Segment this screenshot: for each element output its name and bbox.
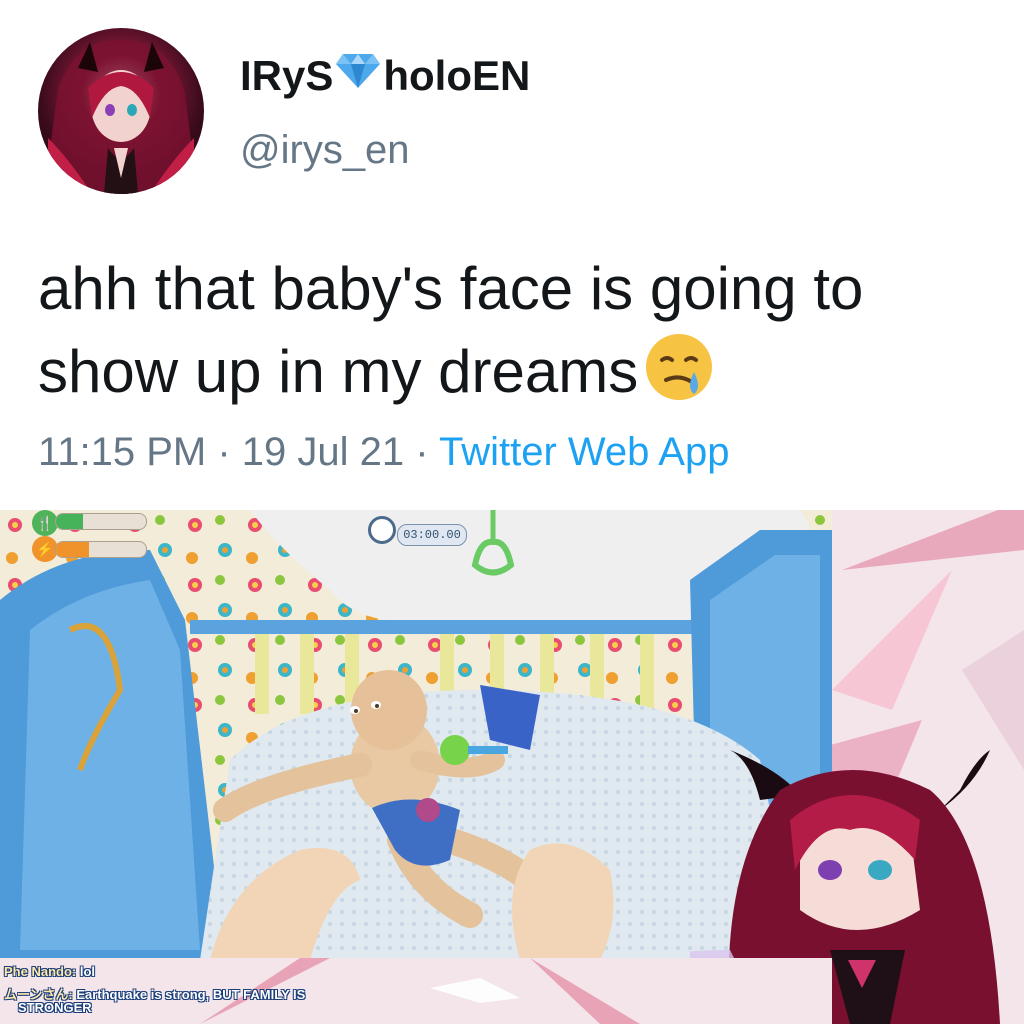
hunger-bar-fill bbox=[56, 514, 83, 529]
crying-face-emoji-icon bbox=[642, 330, 716, 425]
tweet-date[interactable]: 19 Jul 21 bbox=[242, 430, 404, 474]
chat-text: lol bbox=[79, 964, 96, 979]
chat-text: Earthquake is strong, BUT FAMILY IS bbox=[76, 987, 306, 1002]
tweet-meta: 11:15 PM · 19 Jul 21 · Twitter Web App bbox=[38, 430, 729, 475]
hunger-bar bbox=[55, 513, 147, 530]
energy-bar-fill bbox=[56, 542, 90, 557]
chat-overlay: Phe Nando: lol ムーンさん: Earthquake is stro… bbox=[0, 958, 832, 1024]
game-timer: 03:00.00 bbox=[397, 524, 467, 546]
display-name-first: IRyS bbox=[240, 52, 334, 99]
diamond-icon bbox=[335, 52, 381, 100]
tweet-card: IRyS holoEN @irys_en ahh that baby's fac… bbox=[0, 0, 1024, 510]
display-name[interactable]: IRyS holoEN bbox=[240, 52, 530, 100]
energy-bar bbox=[55, 541, 147, 558]
display-name-second: holoEN bbox=[383, 52, 531, 99]
tweet-time[interactable]: 11:15 PM bbox=[38, 430, 206, 474]
chat-message: Phe Nando: lol bbox=[4, 964, 95, 979]
meta-separator-2: · bbox=[404, 430, 439, 474]
tweet-text: ahh that baby's face is going to show up… bbox=[38, 248, 998, 425]
chat-username: Phe Nando: bbox=[4, 964, 77, 979]
user-handle[interactable]: @irys_en bbox=[240, 128, 410, 173]
tweet-body: ahh that baby's face is going to show up… bbox=[38, 255, 864, 405]
chat-text: STRONGER bbox=[18, 1000, 92, 1015]
tweet-client-link[interactable]: Twitter Web App bbox=[439, 430, 730, 474]
meta-separator-1: · bbox=[206, 430, 242, 474]
stream-screenshot: 🍴 ⚡ 03:00.00 Phe Nando: lol ムーンさん: Earth… bbox=[0, 510, 1024, 1024]
stopwatch-icon bbox=[368, 516, 396, 544]
chat-message-continued: STRONGER bbox=[18, 1000, 92, 1015]
avatar[interactable] bbox=[38, 28, 204, 194]
